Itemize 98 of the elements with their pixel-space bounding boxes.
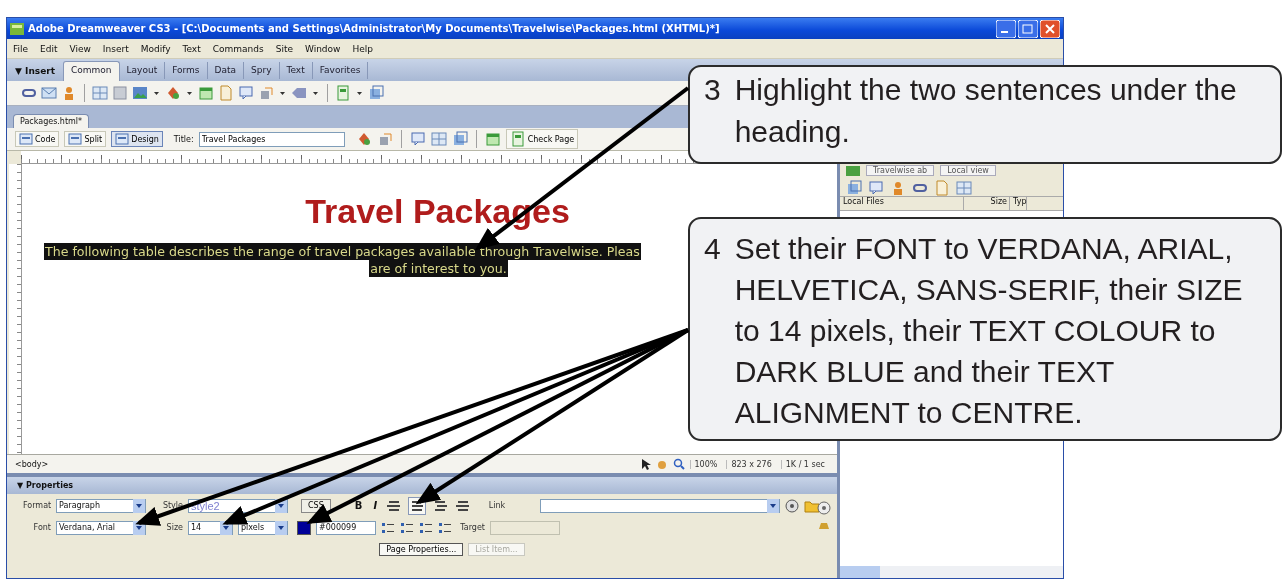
caret-icon[interactable] bbox=[186, 90, 193, 96]
step-number: 3 bbox=[704, 72, 721, 108]
view-dropdown[interactable]: Local view bbox=[940, 165, 996, 176]
menu-item[interactable]: Text bbox=[182, 43, 201, 54]
comment-icon[interactable] bbox=[868, 179, 884, 196]
page-icon[interactable] bbox=[19, 133, 33, 145]
menu-item[interactable]: Help bbox=[352, 43, 373, 54]
selected-text: The following table describes the range of travel packages available through Travelwise. Pleas bbox=[44, 243, 641, 260]
menu-item[interactable]: Site bbox=[275, 43, 293, 54]
caret-icon[interactable] bbox=[312, 90, 319, 96]
layer-icon[interactable] bbox=[112, 85, 128, 101]
field-label: Font bbox=[32, 523, 51, 532]
envelope-icon[interactable] bbox=[41, 85, 57, 101]
font-dropdown[interactable]: Verdana, Arial bbox=[56, 520, 146, 535]
calendar-icon[interactable] bbox=[198, 85, 214, 101]
format-dropdown[interactable]: Paragraph bbox=[56, 498, 146, 513]
caret-icon[interactable] bbox=[356, 90, 363, 96]
insert-tab[interactable]: Forms bbox=[165, 62, 208, 79]
insert-tab[interactable]: Layout bbox=[119, 62, 166, 79]
menu-item[interactable]: View bbox=[69, 43, 91, 54]
scrollbar[interactable] bbox=[840, 566, 1063, 578]
page-icon[interactable] bbox=[115, 133, 130, 145]
snippet-icon[interactable] bbox=[846, 179, 862, 196]
page-icon[interactable] bbox=[218, 85, 234, 101]
site-dropdown[interactable]: Travelwise ab bbox=[866, 165, 935, 176]
window-size[interactable]: 823 x 276 bbox=[726, 459, 776, 469]
view-button[interactable]: Code bbox=[15, 131, 60, 147]
color-field[interactable]: #000099 bbox=[316, 520, 376, 535]
size-dropdown[interactable]: 14 bbox=[188, 520, 233, 535]
comment-icon[interactable] bbox=[409, 131, 426, 147]
download-time: 1K / 1 sec bbox=[780, 459, 829, 469]
folder-icon[interactable] bbox=[804, 498, 821, 513]
insert-tab[interactable]: Spry bbox=[244, 62, 280, 79]
insert-tab[interactable]: Data bbox=[207, 62, 245, 79]
panel-title[interactable]: ▼ Insert bbox=[15, 66, 63, 81]
column-header[interactable]: Size bbox=[964, 197, 1010, 210]
selected-text: are of interest to you. bbox=[369, 260, 508, 277]
snippet-icon[interactable] bbox=[451, 131, 468, 147]
shapes-icon[interactable] bbox=[165, 85, 181, 101]
menu-item[interactable]: Insert bbox=[102, 43, 129, 54]
image-icon[interactable] bbox=[132, 85, 148, 101]
check-page-button[interactable]: Check Page bbox=[505, 129, 579, 149]
title-label: Title: bbox=[173, 134, 194, 144]
insert-tab[interactable]: Text bbox=[279, 62, 313, 79]
comment-icon[interactable] bbox=[238, 85, 254, 101]
target-icon[interactable] bbox=[785, 498, 800, 513]
insert-tab[interactable]: Favorites bbox=[312, 62, 369, 79]
calendar-icon[interactable] bbox=[484, 131, 501, 147]
panel-title[interactable]: ▼ Properties bbox=[7, 477, 837, 494]
instruction-text: Set their FONT to VERDANA, ARIAL, HELVETICA, SANS-SERIF, their SIZE to 14 pixels, their TEXT COLOUR to DARK BLUE and their TEXT ALIGNMENT to CENTRE. bbox=[734, 231, 1244, 431]
pointer-icon[interactable] bbox=[640, 458, 651, 470]
field-label: Format bbox=[23, 501, 51, 510]
field-label: Target bbox=[459, 523, 485, 532]
field-label: Size bbox=[165, 523, 183, 532]
list-icon[interactable] bbox=[381, 520, 395, 535]
tag-icon[interactable] bbox=[291, 85, 307, 101]
restore-button[interactable] bbox=[1018, 19, 1038, 38]
indent-icon[interactable] bbox=[438, 520, 452, 535]
unit-dropdown[interactable]: pixels bbox=[238, 520, 288, 535]
page-icon[interactable] bbox=[509, 131, 526, 147]
indent-icon[interactable] bbox=[419, 520, 433, 535]
window-title: Adobe Dreamweaver CS3 - [C:\Documents and Settings\Administrator\My Documents\Travelwise\Packages.html (XHTML)*] bbox=[28, 23, 721, 34]
menu-item[interactable]: Edit bbox=[40, 43, 58, 54]
title-field[interactable]: Travel Packages bbox=[198, 131, 345, 147]
page-properties-button[interactable]: Page Properties... bbox=[379, 543, 464, 556]
caret-icon[interactable] bbox=[279, 90, 286, 96]
snippet-icon[interactable] bbox=[368, 85, 384, 101]
menu-item[interactable]: Window bbox=[304, 43, 341, 54]
italic-button[interactable]: I bbox=[370, 500, 381, 511]
view-button[interactable]: Design bbox=[111, 131, 163, 147]
close-button[interactable] bbox=[1040, 19, 1060, 38]
menu-item[interactable]: Commands bbox=[212, 43, 264, 54]
column-header[interactable]: Local Files bbox=[840, 197, 964, 210]
document-tab[interactable]: Packages.html* bbox=[13, 114, 90, 128]
page-icon[interactable] bbox=[68, 133, 83, 145]
view-button[interactable]: Split bbox=[64, 131, 107, 147]
column-header[interactable]: Typ bbox=[1010, 197, 1028, 210]
table-icon[interactable] bbox=[92, 85, 108, 101]
caret-icon[interactable] bbox=[153, 90, 160, 96]
bold-button[interactable]: B bbox=[351, 500, 366, 511]
color-swatch[interactable] bbox=[297, 520, 311, 535]
zoom-icon[interactable] bbox=[672, 458, 685, 470]
field-label: Link bbox=[487, 501, 506, 510]
table-icon[interactable] bbox=[956, 179, 972, 196]
link-field[interactable] bbox=[540, 498, 781, 513]
step-number: 4 bbox=[704, 231, 721, 267]
insert-tab[interactable]: Common bbox=[63, 61, 120, 81]
menu-item[interactable]: File bbox=[13, 43, 29, 54]
template-icon[interactable] bbox=[335, 85, 351, 101]
zoom-dropdown[interactable]: 100% bbox=[689, 459, 722, 469]
list-icon[interactable] bbox=[400, 520, 414, 535]
menu-item[interactable]: Modify bbox=[140, 43, 171, 54]
minimize-button[interactable] bbox=[996, 19, 1016, 38]
tag-selector[interactable]: <body> bbox=[15, 459, 49, 469]
site-icon[interactable] bbox=[846, 165, 860, 176]
table-icon[interactable] bbox=[430, 131, 447, 147]
app-icon[interactable] bbox=[10, 22, 24, 35]
instruction-text: Highlight the two sentences under the heading. bbox=[734, 72, 1238, 150]
